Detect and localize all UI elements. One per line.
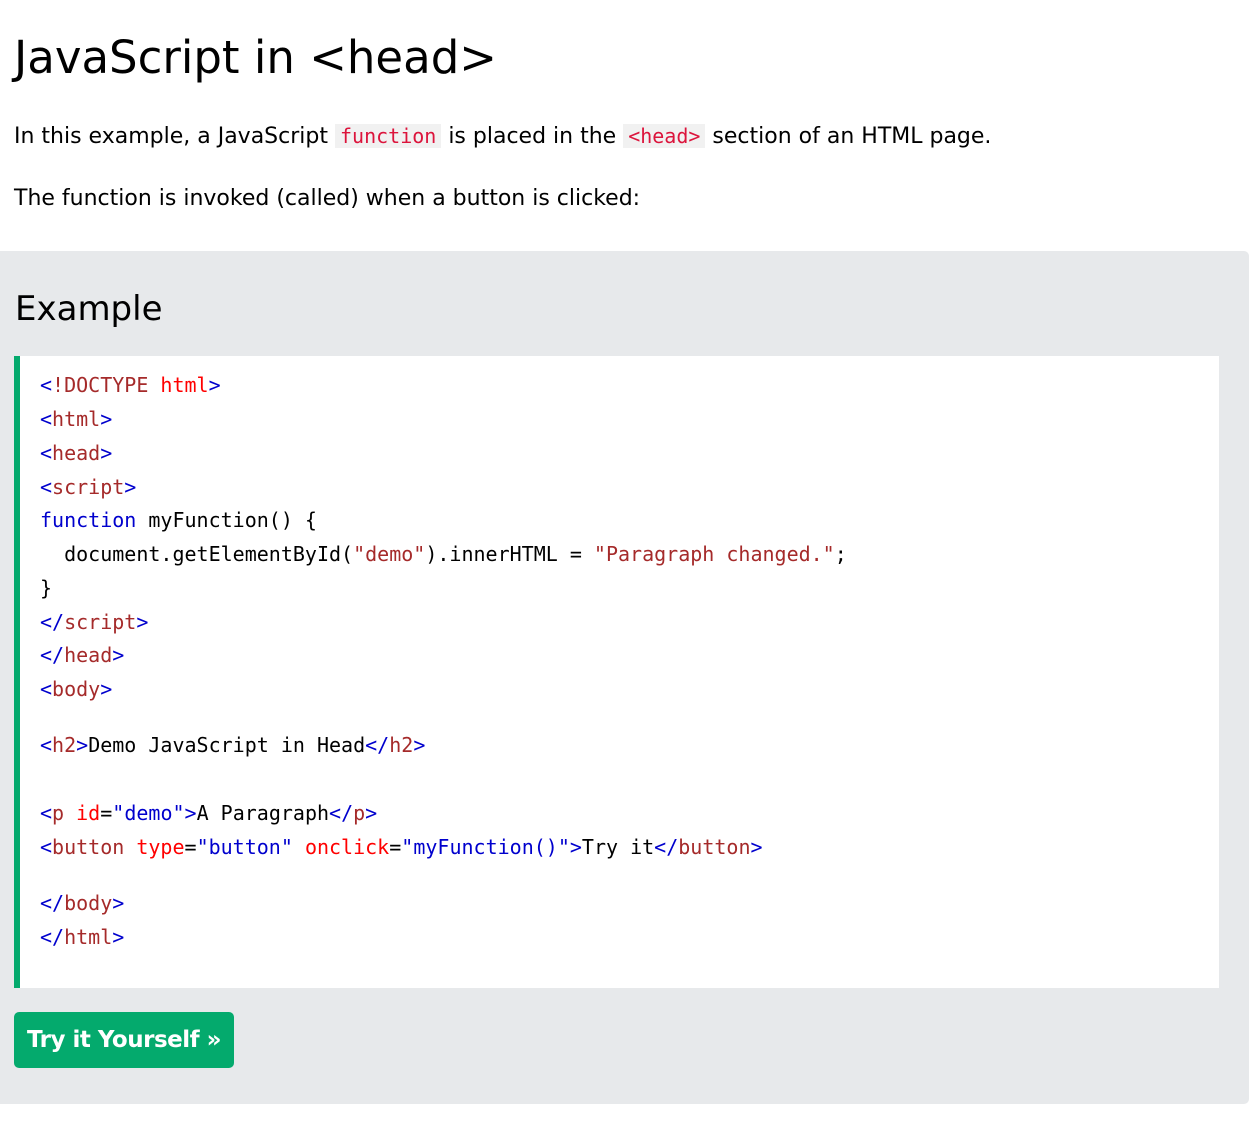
code-line-head-open: <head> <box>40 441 113 465</box>
code-line-doctype: <!DOCTYPE html> <box>40 373 221 397</box>
code-line-function-decl: function myFunction() { <box>40 508 317 532</box>
code-line-body-open: <body> <box>40 677 113 701</box>
try-it-yourself-button[interactable]: Try it Yourself » <box>14 1012 234 1068</box>
code-line-h2: <h2>Demo JavaScript in Head</h2> <box>40 733 426 757</box>
code-line-script-open: <script> <box>40 475 137 499</box>
code-line-button: <button type="button" onclick="myFunctio… <box>40 835 763 859</box>
code-line-function-body: document.getElementById("demo").innerHTM… <box>40 542 847 566</box>
intro-text-middle: is placed in the <box>441 124 624 149</box>
page-title: JavaScript in <head> <box>14 31 497 84</box>
code-block: <!DOCTYPE html> <html> <head> <script> f… <box>14 356 1219 988</box>
invoked-paragraph: The function is invoked (called) when a … <box>14 186 641 211</box>
example-heading: Example <box>15 289 163 329</box>
intro-text-after: section of an HTML page. <box>705 124 992 149</box>
code-line-html-close: </html> <box>40 925 125 949</box>
example-panel: Example <!DOCTYPE html> <html> <head> <s… <box>0 251 1249 1104</box>
inline-code-function: function <box>335 124 442 148</box>
code-line-head-close: </head> <box>40 643 125 667</box>
code-line-html-open: <html> <box>40 407 113 431</box>
code-line-paragraph: <p id="demo">A Paragraph</p> <box>40 801 378 825</box>
code-line-body-close: </body> <box>40 891 125 915</box>
code-line-script-close: </script> <box>40 610 149 634</box>
intro-text-before: In this example, a JavaScript <box>14 124 335 149</box>
intro-paragraph: In this example, a JavaScript function i… <box>14 118 991 155</box>
inline-code-head: <head> <box>623 124 706 148</box>
code-line-function-close: } <box>40 576 53 600</box>
